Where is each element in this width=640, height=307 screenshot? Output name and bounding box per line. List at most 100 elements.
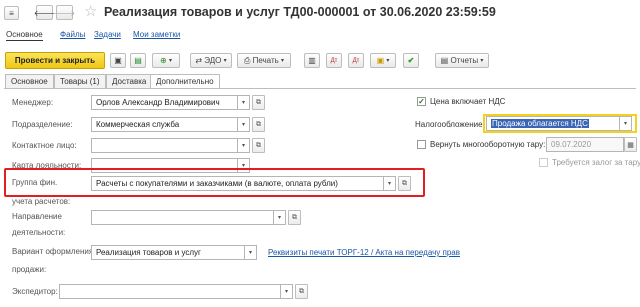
check-button[interactable]: ✔ [403, 53, 419, 68]
window-title: Реализация товаров и услуг ТД00-000001 о… [104, 5, 496, 19]
post-button[interactable]: ▤ [130, 53, 146, 68]
form-tab-goods[interactable]: Товары (1) [54, 74, 106, 88]
print-button[interactable]: ⎙ Печать ▾ [237, 53, 291, 68]
movements-button[interactable]: Дт [348, 53, 364, 68]
contact-field[interactable] [91, 138, 238, 153]
vat-included-checkbox[interactable]: ✓ [417, 97, 426, 106]
nav-tab-notes[interactable]: Мои заметки [133, 30, 180, 39]
taxation-select[interactable]: Продажа облагается НДС [486, 116, 620, 131]
taxation-label: Налогообложение: [415, 120, 485, 129]
create-based-icon: ⊕ [160, 56, 167, 65]
chevron-down-icon: ▾ [277, 215, 281, 221]
taxation-dropdown[interactable]: ▾ [620, 116, 632, 131]
return-date-field[interactable]: 09.07.2020 [546, 137, 624, 152]
contact-dropdown[interactable]: ▾ [238, 138, 250, 153]
dt-kt-button[interactable]: Дт [326, 53, 342, 68]
chevron-down-icon: ▾ [623, 121, 627, 127]
journal-icon: ▥ [308, 56, 316, 65]
direction-label: Направление [12, 212, 62, 221]
contact-label: Контактное лицо: [12, 141, 77, 150]
chevron-down-icon: ▾ [241, 100, 245, 106]
open-icon: ⧉ [256, 98, 261, 106]
save-button[interactable]: ▣ [110, 53, 126, 68]
nav-tab-files[interactable]: Файлы [60, 30, 85, 39]
chevron-down-icon: ▾ [241, 122, 245, 128]
direction-dropdown[interactable]: ▾ [274, 210, 286, 225]
return-tare-checkbox[interactable] [417, 140, 426, 149]
variant-label: Вариант оформления [12, 247, 94, 256]
tab-divider [4, 88, 636, 89]
division-label: Подразделение: [12, 120, 73, 129]
forwarder-dropdown[interactable]: ▾ [281, 284, 293, 299]
variant-dropdown[interactable]: ▾ [245, 245, 257, 260]
attachment-icon: ▣ [376, 56, 385, 65]
fin-group-label-2: учета расчетов: [12, 197, 71, 206]
chevron-down-icon: ▾ [480, 58, 484, 64]
fin-group-dropdown[interactable]: ▾ [384, 176, 396, 191]
chevron-down-icon: ▾ [284, 289, 288, 295]
taxation-value: Продажа облагается НДС [491, 119, 589, 128]
direction-field[interactable] [91, 210, 274, 225]
calendar-button[interactable]: ▦ [624, 137, 637, 152]
chevron-down-icon: ▾ [281, 58, 285, 64]
nav-tab-tasks[interactable]: Задачи [94, 30, 121, 39]
chevron-down-icon: ▾ [241, 143, 245, 149]
chevron-down-icon: ▾ [387, 181, 391, 187]
fin-group-field[interactable]: Расчеты с покупателями и заказчиками (в … [91, 176, 384, 191]
open-icon: ⧉ [299, 287, 304, 295]
chevron-down-icon: ▾ [248, 250, 252, 256]
edo-icon: ⇄ [195, 56, 203, 65]
direction-open-button[interactable]: ⧉ [288, 210, 301, 225]
direction-label-2: деятельности: [12, 228, 66, 237]
post-and-close-button[interactable]: Провести и закрыть [5, 52, 105, 69]
manager-dropdown[interactable]: ▾ [238, 95, 250, 110]
reports-icon: ▤ [440, 56, 449, 65]
manager-label: Менеджер: [12, 98, 54, 107]
calendar-icon: ▦ [627, 141, 634, 149]
forwarder-field[interactable] [59, 284, 281, 299]
division-open-button[interactable]: ⧉ [252, 117, 265, 132]
printer-icon: ⎙ [243, 55, 251, 65]
journal-button[interactable]: ▥ [304, 53, 320, 68]
deposit-checkbox[interactable] [539, 158, 548, 167]
vat-included-label: Цена включает НДС [430, 97, 506, 106]
forwarder-open-button[interactable]: ⧉ [295, 284, 308, 299]
movements-icon: Дт [352, 57, 360, 64]
chevron-down-icon: ▾ [386, 58, 390, 64]
division-field[interactable]: Коммерческая служба [91, 117, 238, 132]
edo-button[interactable]: ⇄ ЭДО ▾ [190, 53, 232, 68]
form-tab-additional[interactable]: Дополнительно [150, 74, 220, 89]
print-requisites-link[interactable]: Реквизиты печати ТОРГ-12 / Акта на перед… [268, 248, 460, 257]
post-doc-icon: ▤ [134, 56, 142, 65]
menu-button[interactable]: ≡ [4, 6, 19, 20]
dt-kt-icon: Дт [330, 57, 338, 64]
open-icon: ⧉ [256, 141, 261, 149]
favorite-star-icon[interactable]: ☆ [84, 2, 97, 20]
form-tab-main[interactable]: Основное [5, 74, 54, 88]
manager-field[interactable]: Орлов Александр Владимирович [91, 95, 238, 110]
floppy-icon: ▣ [114, 56, 122, 65]
open-icon: ⧉ [402, 179, 407, 187]
deposit-label: Требуется залог за тару [552, 158, 640, 167]
open-icon: ⧉ [256, 120, 261, 128]
back-button[interactable]: 🡐 [34, 5, 55, 20]
division-dropdown[interactable]: ▾ [238, 117, 250, 132]
variant-label-2: продажи: [12, 265, 47, 274]
manager-open-button[interactable]: ⧉ [252, 95, 265, 110]
forward-button[interactable]: 🡒 [54, 5, 75, 20]
create-based-on-button[interactable]: ⊕ ▾ [152, 53, 180, 68]
chevron-down-icon: ▾ [223, 58, 227, 64]
return-tare-label: Вернуть многооборотную тару: [430, 140, 546, 149]
attach-button[interactable]: ▣ ▾ [370, 53, 396, 68]
nav-tab-main[interactable]: Основное [6, 30, 43, 41]
open-icon: ⧉ [292, 213, 297, 221]
form-tab-delivery[interactable]: Доставка [106, 74, 153, 88]
contact-open-button[interactable]: ⧉ [252, 138, 265, 153]
reports-button[interactable]: ▤ Отчеты ▾ [435, 53, 489, 68]
variant-field[interactable]: Реализация товаров и услуг [91, 245, 245, 260]
green-check-icon: ✔ [407, 56, 415, 65]
forwarder-label: Экспедитор: [12, 287, 58, 296]
fin-group-label: Группа фин. [12, 178, 58, 187]
fin-group-open-button[interactable]: ⧉ [398, 176, 411, 191]
check-icon: ✓ [418, 96, 425, 106]
